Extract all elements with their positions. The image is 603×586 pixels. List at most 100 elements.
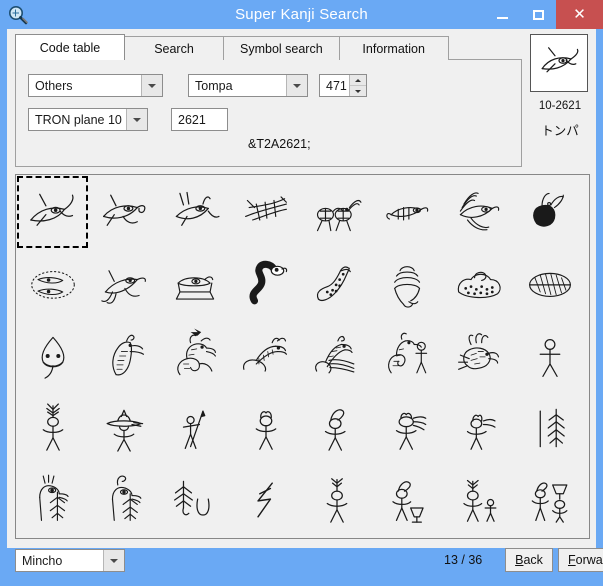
- glyph-cell[interactable]: [443, 464, 514, 536]
- glyph-cell[interactable]: [372, 248, 443, 320]
- glyph-cell[interactable]: [301, 464, 372, 536]
- script-combo[interactable]: Tompa: [188, 74, 308, 97]
- hatched-oval-shell: [519, 253, 581, 315]
- glyph-cell[interactable]: [159, 248, 230, 320]
- font-combo[interactable]: Mincho: [15, 549, 125, 572]
- glyph-cell[interactable]: [514, 320, 585, 392]
- fish-horned-head: [164, 181, 226, 243]
- glyph-cell[interactable]: [514, 464, 585, 536]
- glyph-cell[interactable]: [372, 320, 443, 392]
- glyph-cell[interactable]: [88, 176, 159, 248]
- tab-symbol-search[interactable]: Symbol search: [223, 36, 340, 60]
- chevron-down-icon: [126, 109, 147, 130]
- status-bar: Mincho 13 / 36 Back Forward: [7, 541, 596, 586]
- glyph-grid: [17, 176, 585, 536]
- spinner-up-icon[interactable]: [350, 75, 366, 86]
- glyph-cell[interactable]: [88, 248, 159, 320]
- spinner-buttons: [349, 75, 366, 96]
- glyph-cell[interactable]: [17, 320, 88, 392]
- leaf-with-eyes: [22, 325, 84, 387]
- glyph-cell[interactable]: [17, 464, 88, 536]
- plant-stalk-branches: [519, 397, 581, 459]
- person-cap-with-bowl: [377, 469, 439, 531]
- chevron-down-icon: [103, 550, 124, 571]
- index-spinner-value: 471: [320, 75, 349, 96]
- glyph-cell[interactable]: [514, 248, 585, 320]
- insect-legs-branch: [235, 181, 297, 243]
- glyph-cell[interactable]: [372, 392, 443, 464]
- glyph-cell[interactable]: [17, 176, 88, 248]
- glyph-cell[interactable]: [372, 176, 443, 248]
- crested-bird-head: [448, 325, 510, 387]
- spinner-down-icon[interactable]: [350, 86, 366, 96]
- person-antenna-head: [306, 469, 368, 531]
- category-combo-value: Others: [29, 79, 141, 93]
- person-horned-small: [448, 397, 510, 459]
- category-combo[interactable]: Others: [28, 74, 163, 97]
- tab-code-table[interactable]: Code table: [15, 34, 125, 60]
- tab-search[interactable]: Search: [124, 36, 224, 60]
- glyph-cell[interactable]: [88, 392, 159, 464]
- close-button[interactable]: ✕: [556, 0, 603, 29]
- glyph-grid-panel[interactable]: [15, 174, 590, 539]
- maximize-icon: [533, 10, 544, 20]
- preview-glyph-box: [530, 34, 588, 92]
- glyph-cell[interactable]: [230, 176, 301, 248]
- maximize-button[interactable]: [520, 0, 556, 29]
- glyph-cell[interactable]: [514, 176, 585, 248]
- two-persons-pair: [519, 469, 581, 531]
- fish-curled-tail: [93, 181, 155, 243]
- glyph-cell[interactable]: [88, 320, 159, 392]
- stick-figure-plain: [519, 325, 581, 387]
- tab-information[interactable]: Information: [339, 36, 449, 60]
- minimize-button[interactable]: [484, 0, 520, 29]
- small-fish-striped: [377, 181, 439, 243]
- app-window: Super Kanji Search ✕ Code table Search S…: [0, 0, 603, 555]
- glyph-cell[interactable]: [159, 464, 230, 536]
- person-wide-hat: [93, 397, 155, 459]
- person-feather-headdress: [22, 397, 84, 459]
- glyph-cell[interactable]: [17, 392, 88, 464]
- glyph-cell[interactable]: [301, 392, 372, 464]
- preview-code-label: 10-2621: [530, 100, 590, 112]
- window-controls: ✕: [484, 0, 603, 29]
- glyph-cell[interactable]: [443, 320, 514, 392]
- font-combo-value: Mincho: [16, 554, 103, 568]
- glyph-cell[interactable]: [514, 392, 585, 464]
- glyph-cell[interactable]: [443, 392, 514, 464]
- glyph-cell[interactable]: [159, 176, 230, 248]
- long-snake-horned: [235, 325, 297, 387]
- chevron-down-icon: [141, 75, 162, 96]
- glyph-cell[interactable]: [443, 176, 514, 248]
- index-spinner[interactable]: 471: [319, 74, 367, 97]
- glyph-cell[interactable]: [230, 392, 301, 464]
- snake-head-scaled: [93, 325, 155, 387]
- back-mnemonic: B: [515, 553, 523, 567]
- glyph-cell[interactable]: [159, 392, 230, 464]
- forward-label: orward: [576, 553, 603, 567]
- preview-glyph: [531, 35, 587, 91]
- glyph-cell[interactable]: [443, 248, 514, 320]
- person-whiskered-mask: [377, 397, 439, 459]
- entity-reference-label: &T2A2621;: [248, 137, 311, 151]
- ant-pair-dotted: [306, 181, 368, 243]
- glyph-cell[interactable]: [230, 248, 301, 320]
- code-input[interactable]: 2621: [171, 108, 228, 131]
- glyph-cell[interactable]: [301, 176, 372, 248]
- back-button[interactable]: Back: [505, 548, 553, 572]
- tadpole-black-body: [519, 181, 581, 243]
- tab-strip: Code table Search Symbol search Informat…: [15, 34, 448, 60]
- glyph-cell[interactable]: [301, 248, 372, 320]
- glyph-cell[interactable]: [372, 464, 443, 536]
- glyph-cell[interactable]: [230, 320, 301, 392]
- back-label: ack: [523, 553, 542, 567]
- forward-button[interactable]: Forward: [558, 548, 603, 572]
- glyph-cell[interactable]: [88, 464, 159, 536]
- branch-with-hook: [164, 469, 226, 531]
- minimize-icon: [497, 17, 508, 19]
- glyph-cell[interactable]: [230, 464, 301, 536]
- glyph-cell[interactable]: [159, 320, 230, 392]
- glyph-cell[interactable]: [301, 320, 372, 392]
- plane-combo[interactable]: TRON plane 10: [28, 108, 148, 131]
- glyph-cell[interactable]: [17, 248, 88, 320]
